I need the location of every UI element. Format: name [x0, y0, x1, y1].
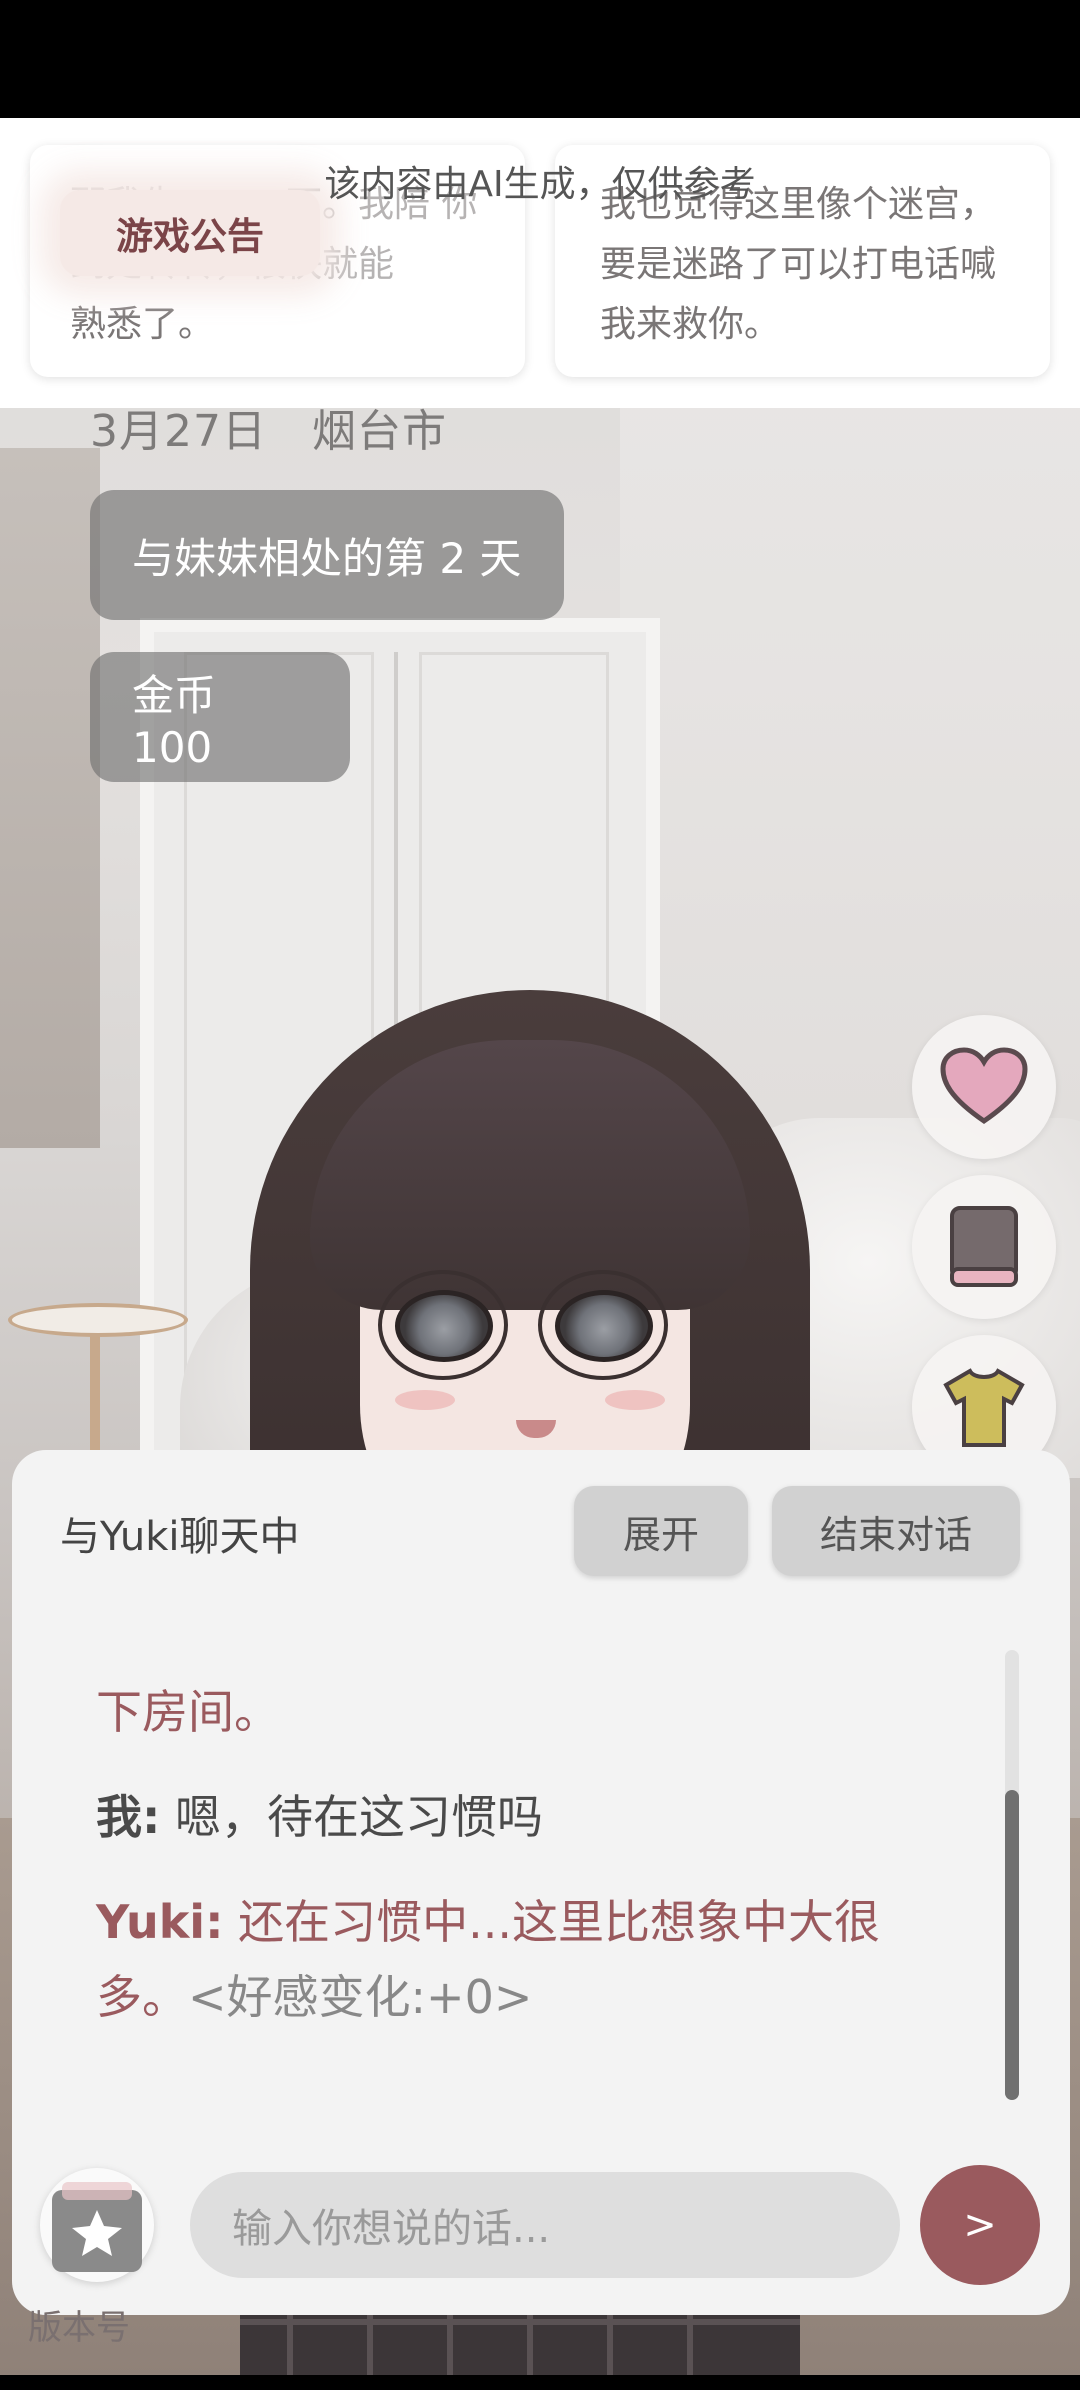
- status-bar: [0, 0, 1080, 118]
- chat-line-text: 下房间。: [96, 1685, 280, 1739]
- coin-counter-chip: 金币 100: [90, 652, 350, 782]
- date-location: 3月27日 烟台市: [90, 406, 447, 457]
- diary-button[interactable]: [912, 1175, 1056, 1319]
- end-conversation-button[interactable]: 结束对话: [772, 1486, 1020, 1576]
- gift-star-icon: [52, 2182, 142, 2272]
- message-text: 我也觉得这里像个迷宫，要是迷路了可以打电话喊我来救你。: [600, 184, 997, 345]
- version-label: 版本号: [28, 2308, 130, 2348]
- chat-speaker: Yuki:: [96, 1895, 224, 1949]
- favor-button[interactable]: [912, 1015, 1056, 1159]
- window: [0, 448, 100, 1148]
- shirt-icon: [943, 1368, 1025, 1447]
- expand-button[interactable]: 展开: [574, 1486, 748, 1576]
- chat-line: Yuki: 还在习惯中...这里比想象中大很多。<好感变化:+0>: [96, 1885, 936, 2035]
- character-glasses: [538, 1270, 668, 1380]
- chat-line: 我: 嗯，待在这习惯吗: [96, 1780, 936, 1855]
- character-blush: [395, 1390, 455, 1410]
- chat-line: 下房间。: [96, 1675, 936, 1750]
- scrollbar-thumb[interactable]: [1005, 1790, 1019, 2100]
- side-table: [8, 1303, 188, 1337]
- character-glasses: [378, 1270, 508, 1380]
- chat-log: 下房间。 我: 嗯，待在这习惯吗 Yuki: 还在习惯中...这里比想象中大很多…: [96, 1675, 936, 2065]
- days-counter-chip: 与妹妹相处的第 2 天: [90, 490, 564, 620]
- heart-icon: [940, 1047, 1028, 1125]
- gift-button[interactable]: [40, 2168, 154, 2282]
- ai-generated-notice: 该内容由AI生成，仅供参考: [324, 164, 756, 205]
- message-text: 熟悉了。: [70, 304, 215, 345]
- send-button[interactable]: >: [920, 2165, 1040, 2285]
- chat-line-text: 嗯，待在这习惯吗: [160, 1790, 544, 1844]
- chat-speaker: 我:: [96, 1790, 161, 1844]
- character-blush: [605, 1390, 665, 1410]
- affection-change: <好感变化:+0>: [188, 1970, 533, 2024]
- message-input[interactable]: 输入你想说的话...: [190, 2172, 900, 2278]
- chat-title: 与Yuki聊天中: [60, 1514, 300, 1560]
- book-icon: [950, 1206, 1018, 1287]
- chat-panel: 与Yuki聊天中 展开 结束对话 下房间。 我: 嗯，待在这习惯吗 Yuki: …: [12, 1450, 1070, 2315]
